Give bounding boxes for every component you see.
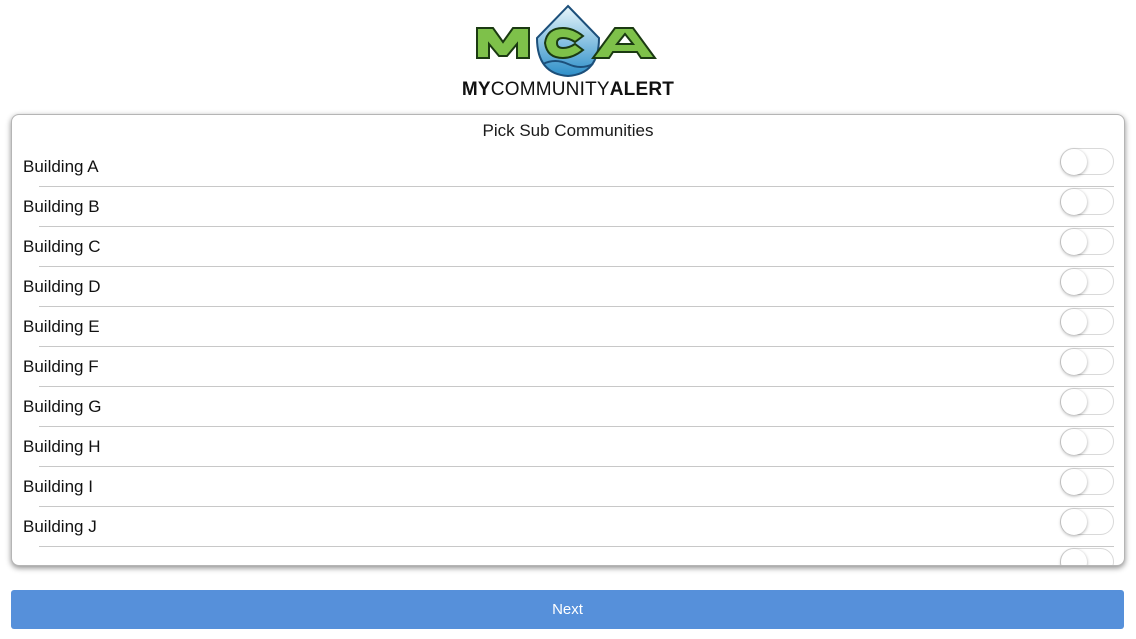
toggle-switch[interactable]: [1060, 548, 1114, 565]
toggle-knob: [1061, 269, 1087, 295]
list-item-label: Building I: [23, 477, 93, 496]
list-item-label: Building A: [23, 157, 99, 176]
sub-communities-list[interactable]: Building A Building B Building C Building D…: [12, 147, 1124, 565]
list-item: Building D: [12, 267, 1124, 307]
list-item: Building A: [12, 147, 1124, 187]
toggle-knob: [1061, 189, 1087, 215]
list-item: Building G: [12, 387, 1124, 427]
list-item-label: Building J: [23, 517, 97, 536]
sub-communities-card: Pick Sub Communities Building A Building …: [11, 114, 1125, 566]
toggle-switch[interactable]: [1060, 268, 1114, 295]
list-item: Building I: [12, 467, 1124, 507]
list-item-label: Building F: [23, 357, 99, 376]
toggle-switch[interactable]: [1060, 188, 1114, 215]
list-item: Building B: [12, 187, 1124, 227]
toggle-switch[interactable]: [1060, 508, 1114, 535]
toggle-knob: [1061, 429, 1087, 455]
toggle-switch[interactable]: [1060, 308, 1114, 335]
toggle-knob: [1061, 309, 1087, 335]
list-item: Building F: [12, 347, 1124, 387]
list-item: Building C: [12, 227, 1124, 267]
toggle-switch[interactable]: [1060, 388, 1114, 415]
toggle-knob: [1061, 389, 1087, 415]
list-item-label: Building H: [23, 437, 101, 456]
logo-wordmark: MYCOMMUNITYALERT: [461, 79, 675, 100]
mca-logo-mark-icon: [476, 4, 657, 78]
toggle-knob: [1061, 469, 1087, 495]
list-item: [12, 547, 1124, 565]
app-logo: MYCOMMUNITYALERT: [455, 2, 681, 100]
list-item-label: Building D: [23, 277, 101, 296]
toggle-switch[interactable]: [1060, 148, 1114, 175]
toggle-switch[interactable]: [1060, 428, 1114, 455]
toggle-switch[interactable]: [1060, 468, 1114, 495]
toggle-knob: [1061, 229, 1087, 255]
toggle-switch[interactable]: [1060, 348, 1114, 375]
next-button[interactable]: Next: [11, 590, 1124, 629]
toggle-switch[interactable]: [1060, 228, 1114, 255]
list-item-label: Building C: [23, 237, 101, 256]
list-item: Building E: [12, 307, 1124, 347]
toggle-knob: [1061, 549, 1087, 565]
list-item-label: Building E: [23, 317, 100, 336]
toggle-knob: [1061, 149, 1087, 175]
toggle-knob: [1061, 349, 1087, 375]
toggle-knob: [1061, 509, 1087, 535]
card-title: Pick Sub Communities: [482, 121, 654, 140]
list-item-label: Building G: [23, 397, 102, 416]
list-item: Building J: [12, 507, 1124, 547]
list-item-label: Building B: [23, 197, 100, 216]
list-item: Building H: [12, 427, 1124, 467]
